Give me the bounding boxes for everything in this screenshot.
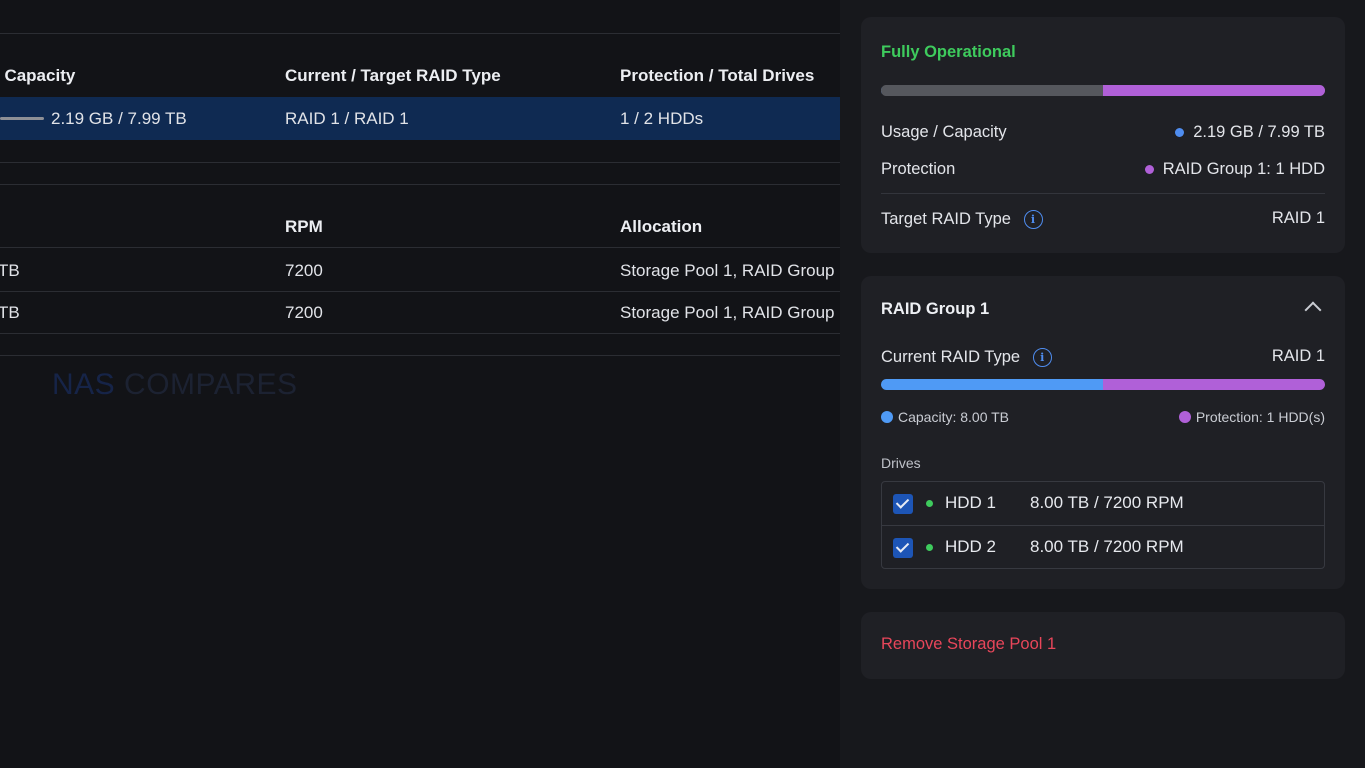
usage-protection-bar xyxy=(881,85,1325,96)
target-raid-label-text: Target RAID Type xyxy=(881,210,1011,228)
info-icon[interactable]: i xyxy=(1032,348,1052,368)
drive-size-cell: TB xyxy=(0,261,20,280)
drive-rpm-cell: 7200 xyxy=(285,303,323,322)
drive-name: HDD 2 xyxy=(945,537,997,556)
info-icon[interactable]: i xyxy=(1023,210,1043,230)
usage-capacity-value: 2.19 GB / 7.99 TB xyxy=(1175,123,1325,142)
capacity-legend: Capacity: 8.00 TB xyxy=(881,409,1009,425)
target-raid-label: Target RAID Type i xyxy=(881,210,1043,230)
table-divider xyxy=(0,333,840,334)
pool-summary-card: Fully Operational Usage / Capacity 2.19 … xyxy=(861,17,1345,253)
target-raid-value: RAID 1 xyxy=(1271,209,1325,227)
drives-label: Drives xyxy=(881,455,921,471)
storage-list-area: / Capacity Current / Target RAID Type Pr… xyxy=(0,0,840,768)
protection-label: Protection xyxy=(881,160,956,178)
current-raid-value: RAID 1 xyxy=(1271,347,1325,365)
pool-status: Fully Operational xyxy=(881,43,1016,61)
drive-checkbox[interactable] xyxy=(893,538,913,558)
usage-dot-icon xyxy=(1175,128,1185,137)
drive-allocation-cell: Storage Pool 1, RAID Group xyxy=(620,303,835,322)
drive-row[interactable]: HDD 2 8.00 TB / 7200 RPM xyxy=(882,525,1324,568)
protection-segment xyxy=(1102,85,1325,96)
table-divider xyxy=(0,291,840,292)
protection-dot-icon xyxy=(1178,411,1191,423)
watermark: NAS COMPARES xyxy=(52,368,298,402)
current-raid-label-text: Current RAID Type xyxy=(881,348,1021,366)
pool-protection-cell: 1 / 2 HDDs xyxy=(620,109,704,128)
drive-spec: 8.00 TB / 7200 RPM xyxy=(1030,537,1184,556)
table-divider xyxy=(0,33,840,34)
capacity-protection-bar xyxy=(881,379,1325,390)
pool-raid-cell: RAID 1 / RAID 1 xyxy=(285,109,409,128)
remove-storage-pool-button[interactable]: Remove Storage Pool 1 xyxy=(881,635,1056,654)
table-divider xyxy=(0,355,840,356)
raid-group-card: RAID Group 1 Current RAID Type i RAID 1 … xyxy=(861,276,1345,589)
usage-capacity-label: Usage / Capacity xyxy=(881,123,1007,141)
protection-segment xyxy=(1103,379,1325,390)
pool-usage-cell: 2.19 GB / 7.99 TB xyxy=(51,109,187,128)
usage-mini-bar xyxy=(0,117,44,120)
capacity-segment xyxy=(881,379,1103,390)
capacity-dot-icon xyxy=(881,411,893,423)
protection-value: RAID Group 1: 1 HDD xyxy=(1144,160,1325,179)
column-header-allocation[interactable]: Allocation xyxy=(620,217,702,237)
status-dot-icon xyxy=(926,500,933,507)
protection-dot-icon xyxy=(1144,165,1154,174)
drive-name: HDD 1 xyxy=(945,493,997,512)
chevron-up-icon[interactable] xyxy=(1304,301,1322,319)
drive-row[interactable]: HDD 1 8.00 TB / 7200 RPM xyxy=(882,482,1324,525)
column-header-protection[interactable]: Protection / Total Drives xyxy=(620,66,814,86)
column-header-capacity[interactable]: / Capacity xyxy=(0,66,75,86)
usage-capacity-text: 2.19 GB / 7.99 TB xyxy=(1193,123,1325,141)
drive-spec: 8.00 TB / 7200 RPM xyxy=(1030,493,1184,512)
protection-text: RAID Group 1: 1 HDD xyxy=(1162,160,1325,178)
column-header-rpm[interactable]: RPM xyxy=(285,217,323,237)
drive-allocation-cell: Storage Pool 1, RAID Group xyxy=(620,261,835,280)
drive-size-cell: TB xyxy=(0,303,20,322)
free-segment xyxy=(881,85,1103,96)
protection-legend-text: Protection: 1 HDD(s) xyxy=(1195,409,1325,425)
watermark-part2: COMPARES xyxy=(124,368,298,401)
drive-checkbox[interactable] xyxy=(893,494,913,514)
drives-table: HDD 1 8.00 TB / 7200 RPM HDD 2 8.00 TB /… xyxy=(881,481,1325,569)
status-dot-icon xyxy=(926,544,933,551)
capacity-legend-text: Capacity: 8.00 TB xyxy=(898,409,1010,425)
current-raid-label: Current RAID Type i xyxy=(881,348,1052,368)
raid-group-title[interactable]: RAID Group 1 xyxy=(881,300,989,319)
divider xyxy=(881,193,1325,194)
table-divider xyxy=(0,247,840,248)
watermark-part1: NAS xyxy=(52,368,116,401)
storage-pool-detail-panel: Fully Operational Usage / Capacity 2.19 … xyxy=(840,0,1365,768)
column-header-raid-type[interactable]: Current / Target RAID Type xyxy=(285,66,501,86)
drive-rpm-cell: 7200 xyxy=(285,261,323,280)
table-divider xyxy=(0,184,840,185)
table-divider xyxy=(0,162,840,163)
remove-pool-card: Remove Storage Pool 1 xyxy=(861,612,1345,679)
protection-legend: Protection: 1 HDD(s) xyxy=(1178,409,1325,425)
